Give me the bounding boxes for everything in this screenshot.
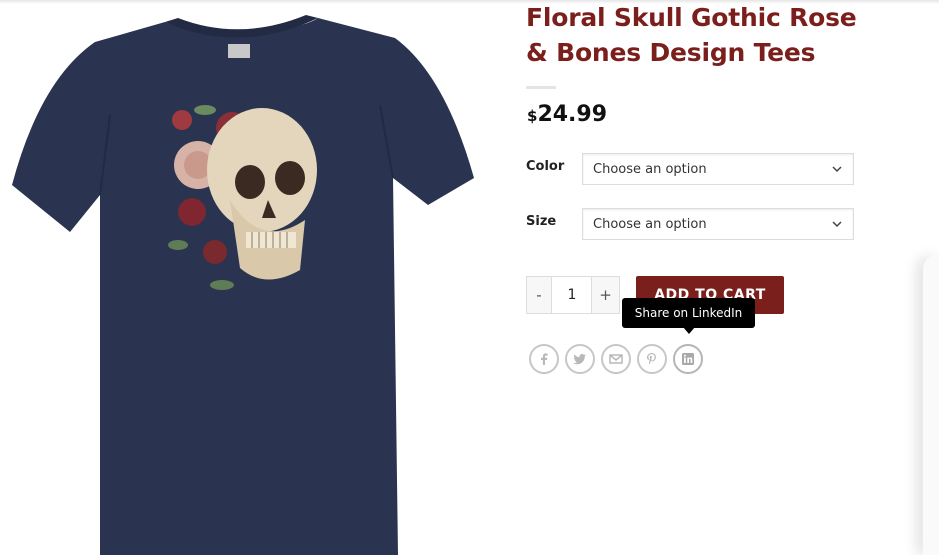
side-drawer-edge[interactable]: [923, 255, 939, 555]
shirt-shape: [12, 18, 474, 555]
color-select[interactable]: Choose an option: [582, 153, 854, 185]
quantity-decrease-button[interactable]: -: [526, 276, 552, 314]
size-select[interactable]: Choose an option: [582, 208, 854, 240]
chevron-down-icon: [832, 221, 842, 228]
share-tooltip: Share on LinkedIn: [622, 298, 755, 328]
share-twitter-button[interactable]: [565, 344, 595, 374]
share-facebook-button[interactable]: [529, 344, 559, 374]
quantity-input[interactable]: 1: [552, 276, 592, 314]
chevron-down-icon: [832, 166, 842, 173]
pinterest-icon: [647, 353, 656, 365]
price-amount: 24.99: [537, 102, 608, 127]
size-label: Size: [526, 214, 557, 229]
product-price: $24.99: [527, 102, 607, 127]
share-linkedin-button[interactable]: [673, 344, 703, 374]
product-title: Floral Skull Gothic Rose & Bones Design …: [526, 3, 857, 67]
tooltip-arrow: [683, 327, 695, 334]
facebook-icon: [541, 353, 548, 365]
price-currency: $: [527, 107, 538, 125]
shirt-tag: [228, 44, 250, 58]
linkedin-icon: [682, 353, 694, 365]
color-select-value: Choose an option: [593, 162, 707, 177]
email-icon: [609, 354, 623, 364]
color-label: Color: [526, 159, 565, 174]
share-pinterest-button[interactable]: [637, 344, 667, 374]
title-divider: [526, 86, 556, 89]
share-email-button[interactable]: [601, 344, 631, 374]
size-select-value: Choose an option: [593, 217, 707, 232]
quantity-increase-button[interactable]: +: [591, 276, 620, 314]
twitter-icon: [573, 354, 586, 365]
product-image[interactable]: [0, 0, 486, 555]
